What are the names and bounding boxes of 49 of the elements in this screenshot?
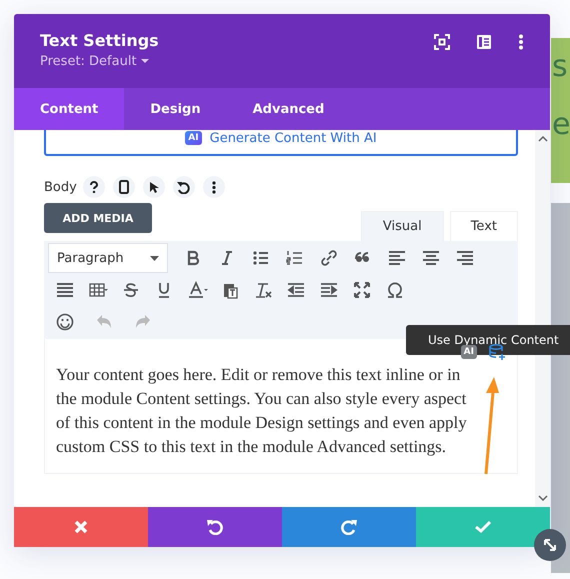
settings-tab[interactable]: Design (124, 88, 227, 130)
add-media-button[interactable]: ADD MEDIA (44, 203, 152, 233)
caret-icon (140, 59, 149, 64)
editor-tab[interactable]: Visual (360, 211, 444, 241)
check-icon (475, 521, 491, 533)
editor-tab[interactable]: Text (450, 211, 518, 241)
justify-icon[interactable] (56, 281, 76, 299)
mobile-icon[interactable] (112, 176, 135, 198)
window-title: Text Settings (40, 31, 159, 50)
focus-icon[interactable] (434, 34, 450, 50)
format-dropdown[interactable]: Paragraph (48, 243, 168, 273)
redo-icon (341, 519, 357, 535)
numbered-list-icon[interactable] (286, 249, 304, 267)
fullscreen-icon[interactable] (353, 281, 373, 299)
more-icon[interactable] (202, 176, 225, 198)
table-icon[interactable] (89, 281, 109, 299)
ai-badge: AI (185, 131, 202, 145)
bulleted-list-icon[interactable] (252, 249, 270, 267)
save-button[interactable] (416, 507, 550, 547)
text-color-icon[interactable] (188, 281, 208, 299)
close-icon (74, 520, 88, 534)
resize-icon (542, 537, 558, 553)
link-icon[interactable] (320, 249, 338, 267)
scroll-down-icon[interactable] (538, 495, 548, 501)
indent-icon[interactable] (320, 281, 340, 299)
database-plus-icon[interactable] (489, 344, 507, 360)
generate-ai-button[interactable]: AI Generate Content With AI (44, 130, 518, 156)
more-icon[interactable] (518, 34, 524, 50)
settings-tab[interactable]: Advanced (226, 88, 350, 130)
sidebar-layout-icon[interactable] (476, 34, 492, 50)
align-right-icon[interactable] (456, 249, 474, 267)
help-icon[interactable] (82, 176, 105, 198)
heading-fragment: s (552, 48, 569, 86)
cursor-icon[interactable] (142, 176, 165, 198)
caret-icon (150, 256, 159, 260)
settings-tab[interactable]: Content (14, 88, 124, 130)
align-left-icon[interactable] (388, 249, 406, 267)
outdent-icon[interactable] (287, 281, 307, 299)
align-center-icon[interactable] (422, 249, 440, 267)
scroll-up-icon[interactable] (538, 136, 548, 142)
emoji-icon[interactable] (56, 313, 74, 331)
reset-icon[interactable] (172, 176, 195, 198)
undo-icon (207, 519, 223, 535)
preset-dropdown[interactable]: Preset: Default (40, 54, 159, 69)
ai-badge[interactable]: AI (460, 345, 477, 359)
clear-formatting-icon[interactable] (254, 281, 274, 299)
content-paragraph: Your content goes here. Edit or remove this text inline or in the module Content settings. You can also style every aspect of this content in the module Design settings and even apply custom CSS to this text in the module Advanced settings. (56, 364, 468, 458)
field-label: Body (44, 180, 77, 194)
heading-fragment: e (552, 106, 570, 144)
